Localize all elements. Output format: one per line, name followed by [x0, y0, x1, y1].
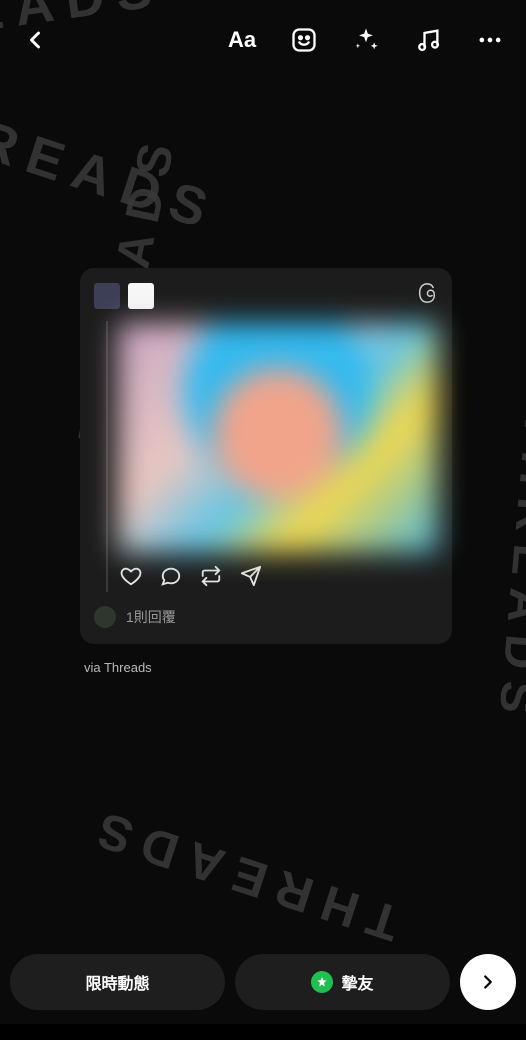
- share-to-story-label: 限時動態: [85, 970, 149, 994]
- close-friends-label: 摯友: [341, 970, 373, 994]
- threads-logo-icon: [416, 282, 438, 309]
- close-friends-star-icon: [311, 971, 333, 993]
- text-tool-label: Aa: [228, 27, 256, 53]
- effects-button[interactable]: [348, 22, 384, 58]
- comment-button[interactable]: [160, 565, 182, 592]
- decor-ribbon: THREADS: [487, 408, 526, 728]
- share-button[interactable]: [240, 565, 262, 592]
- like-button[interactable]: [120, 565, 142, 592]
- thread-rail: [106, 321, 108, 592]
- share-to-story-button[interactable]: 限時動態: [10, 954, 225, 1010]
- reply-avatar: [94, 606, 116, 628]
- decor-ribbon: THREADS: [79, 797, 407, 953]
- back-button[interactable]: [18, 23, 52, 57]
- share-bar: 限時動態 摯友: [10, 954, 516, 1010]
- avatar-placeholder: [94, 283, 120, 309]
- reply-count-label: 1則回覆: [126, 607, 176, 627]
- next-button[interactable]: [460, 954, 516, 1010]
- post-media: [118, 323, 438, 553]
- card-header: [94, 282, 438, 309]
- post-actions: [118, 565, 438, 592]
- threads-post-card[interactable]: 1則回覆: [80, 268, 452, 644]
- story-editor-toolbar: Aa: [0, 12, 526, 68]
- avatar-placeholder: [128, 283, 154, 309]
- music-button[interactable]: [410, 22, 446, 58]
- text-tool-button[interactable]: Aa: [224, 22, 260, 58]
- via-label: via Threads: [84, 660, 152, 675]
- close-friends-button[interactable]: 摯友: [235, 954, 450, 1010]
- sticker-button[interactable]: [286, 22, 322, 58]
- replies-row[interactable]: 1則回覆: [94, 606, 438, 628]
- more-button[interactable]: [472, 22, 508, 58]
- decor-ribbon: THREADS: [0, 78, 226, 244]
- repost-button[interactable]: [200, 565, 222, 592]
